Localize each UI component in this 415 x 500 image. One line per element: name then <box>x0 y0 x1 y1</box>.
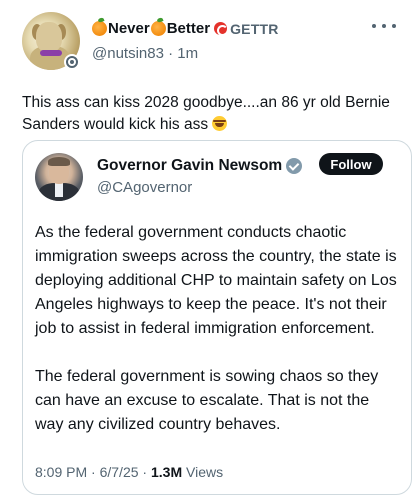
author-name-part-1: Never <box>108 20 150 37</box>
orange-emoji-icon <box>92 21 107 36</box>
quoted-date[interactable]: 6/7/25 <box>100 464 139 480</box>
quoted-body: As the federal government conducts chaot… <box>35 221 397 461</box>
quoted-time[interactable]: 8:09 PM <box>35 464 87 480</box>
post: Never Better GETTR @nutsin83 · 1m This a… <box>0 0 415 500</box>
author-handle[interactable]: @nutsin83 <box>92 45 164 62</box>
platform-label: GETTR <box>230 20 279 37</box>
follow-button[interactable]: Follow <box>319 153 383 175</box>
more-options-button[interactable] <box>372 18 396 34</box>
quoted-paragraph-1: As the federal government conducts chaot… <box>35 224 397 337</box>
dog-head <box>36 22 62 52</box>
views-label: Views <box>186 464 224 480</box>
quoted-paragraph-2: The federal government is sowing chaos s… <box>35 368 379 433</box>
more-icon <box>372 24 376 28</box>
author-name[interactable]: Never Better GETTR <box>92 20 279 37</box>
quoted-author-name[interactable]: Governor Gavin Newsom <box>97 157 303 175</box>
quoted-avatar[interactable] <box>35 153 83 201</box>
laughing-emoji-icon <box>212 116 228 131</box>
gettr-logo-icon <box>214 22 229 36</box>
government-verified-badge-icon <box>286 158 303 174</box>
post-text-content: This ass can kiss 2028 goodbye....an 86 … <box>22 94 390 133</box>
settings-badge-icon <box>64 54 80 70</box>
quoted-name: Governor Gavin Newsom <box>97 157 283 174</box>
quoted-post[interactable]: Governor Gavin Newsom @CAgovernor Follow… <box>22 140 412 495</box>
separator: · <box>163 45 178 62</box>
views-count: 1.3M <box>150 464 183 480</box>
author-name-part-2: Better <box>166 20 211 37</box>
author-handle-line: @nutsin83 · 1m <box>92 45 198 62</box>
quoted-meta: 8:09 PM · 6/7/25 · 1.3M Views <box>35 464 224 480</box>
post-time[interactable]: 1m <box>177 45 198 62</box>
post-text: This ass can kiss 2028 goodbye....an 86 … <box>22 92 407 136</box>
quoted-handle[interactable]: @CAgovernor <box>97 179 192 196</box>
dog-collar <box>40 50 62 56</box>
orange-emoji-icon <box>150 21 166 36</box>
